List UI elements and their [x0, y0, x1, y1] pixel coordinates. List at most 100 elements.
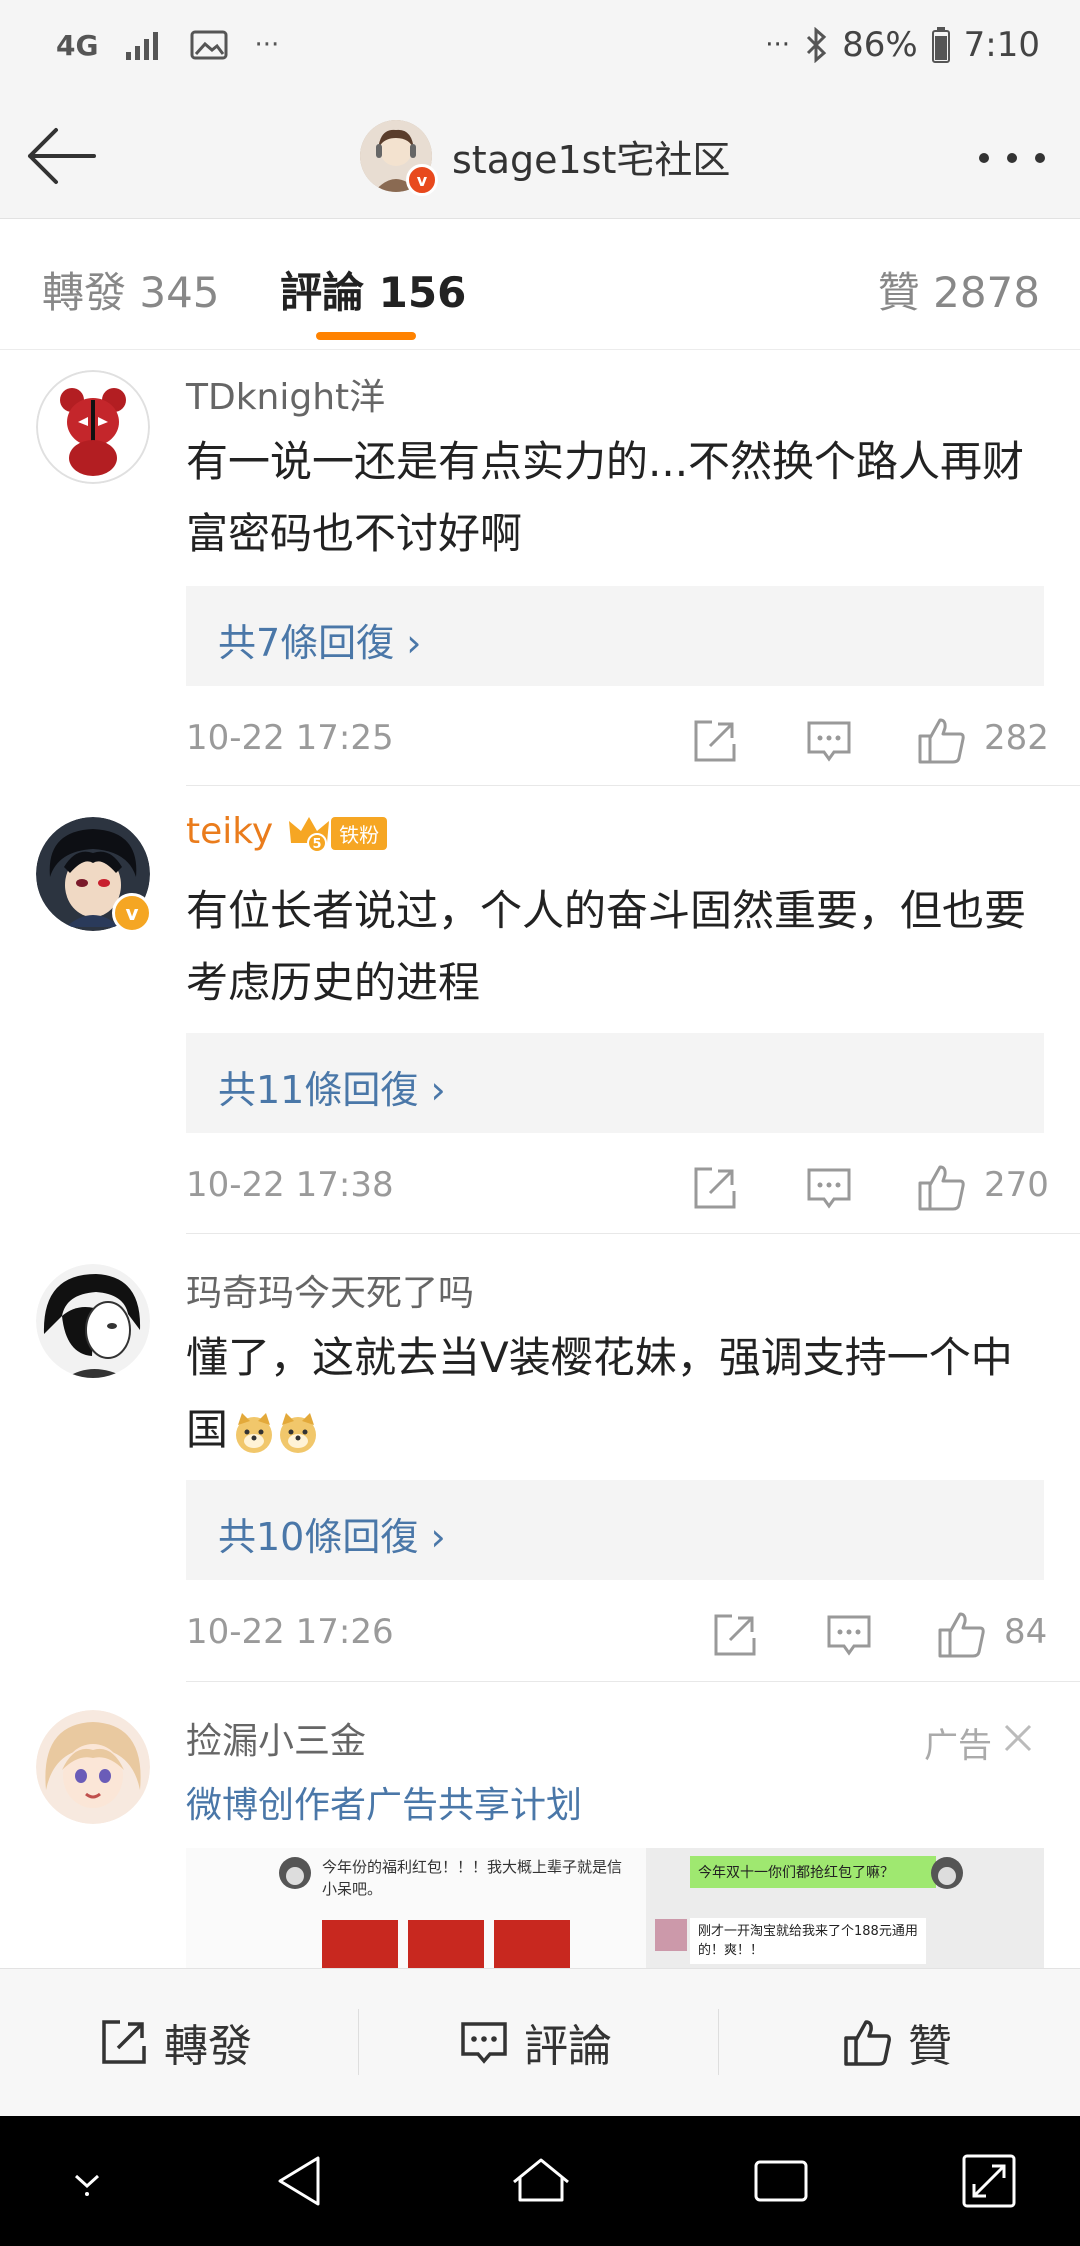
replies-count: 共7條回復	[218, 621, 395, 665]
comment-icon	[807, 721, 851, 762]
comment-divider	[186, 785, 1080, 786]
account-name: stage1st宅社区	[452, 137, 731, 182]
bar-divider	[718, 2009, 719, 2075]
ad-preview-image[interactable]: 今年份的福利红包！！！我大概上辈子就是信小呆吧。 今年双十一你们都抢红包了嘛？ …	[186, 1848, 1044, 1968]
reply-button[interactable]	[804, 716, 854, 766]
chevron-right-icon: ›	[430, 1068, 446, 1112]
share-icon	[714, 1614, 756, 1656]
hide-nav-button[interactable]	[54, 2148, 120, 2214]
status-more-right: ···	[765, 30, 791, 60]
comment-divider	[186, 1681, 1080, 1682]
bar-divider	[358, 2009, 359, 2075]
comment-icon	[461, 2022, 507, 2064]
dog-avatar-icon	[279, 1857, 311, 1889]
comment-text: 懂了，这就去当V装樱花妹，强调支持一个中国	[186, 1322, 1046, 1466]
ad-label: 广告	[924, 1726, 992, 1766]
chevron-down-icon	[74, 2174, 100, 2196]
back-button[interactable]	[22, 116, 102, 196]
repost-label: 轉發	[164, 2021, 252, 2072]
top-bar: v stage1st宅社区	[0, 92, 1080, 219]
expand-icon	[962, 2154, 1016, 2208]
repost-button[interactable]: 轉發	[98, 2009, 252, 2075]
share-button[interactable]	[690, 1163, 740, 1213]
username-text: teiky	[186, 811, 274, 852]
comment-button[interactable]: 評論	[458, 2009, 612, 2075]
nav-recents-button[interactable]	[748, 2148, 814, 2214]
like-count: 84	[1004, 1612, 1048, 1652]
user-avatar[interactable]	[36, 370, 150, 484]
chevron-right-icon: ›	[406, 621, 422, 665]
share-button[interactable]	[710, 1610, 760, 1660]
share-icon	[102, 2020, 146, 2064]
fan-label: 铁粉	[331, 816, 388, 850]
user-avatar-icon	[655, 1919, 687, 1951]
arrow-left-icon	[28, 128, 96, 184]
user-avatar[interactable]: v	[36, 817, 152, 933]
reply-button[interactable]	[804, 1163, 854, 1213]
more-dots-icon	[979, 153, 1045, 163]
ad-preview-bubble: 今年双十一你们都抢红包了嘛？	[690, 1856, 936, 1888]
thumbs-up-icon	[844, 2020, 891, 2066]
close-icon	[1004, 1724, 1032, 1752]
comment-item: v teiky 5 铁粉 有位长者说过，个人的奋斗固然重要，但也要考虑历史的进程 共…	[0, 787, 1080, 1234]
tab-reposts[interactable]: 轉發 345	[42, 259, 220, 320]
account-header[interactable]: v stage1st宅社区	[360, 116, 730, 196]
replies-box[interactable]: 共11條回復 ›	[186, 1033, 1044, 1133]
red-envelope-icon	[408, 1920, 484, 1968]
user-avatar[interactable]	[36, 1264, 150, 1378]
share-icon	[694, 1167, 736, 1209]
share-button[interactable]	[690, 716, 740, 766]
comment-text: 有一说一还是有点实力的...不然换个路人再财富密码也不讨好啊	[186, 437, 1025, 558]
comment-username[interactable]: 玛奇玛今天死了吗	[186, 1264, 474, 1316]
bluetooth-icon	[804, 27, 828, 63]
account-avatar[interactable]: v	[360, 120, 438, 196]
like-count: 270	[984, 1165, 1049, 1205]
battery-icon	[931, 27, 950, 63]
signal-icon	[124, 28, 164, 62]
crown-icon: 5	[289, 817, 330, 853]
like-button[interactable]	[916, 1161, 966, 1211]
close-ad-button[interactable]	[998, 1718, 1038, 1758]
like-count: 282	[984, 718, 1049, 758]
nav-back-button[interactable]	[266, 2148, 332, 2214]
verified-badge-icon: v	[406, 164, 438, 196]
comment-username[interactable]: TDknight洋	[186, 368, 385, 420]
more-options-button[interactable]	[972, 118, 1052, 198]
view-replies-link[interactable]: 共11條回復 ›	[218, 1059, 446, 1114]
tab-comments[interactable]: 評論 156	[280, 259, 466, 320]
nav-expand-button[interactable]	[956, 2148, 1022, 2214]
share-icon	[694, 720, 736, 762]
ad-username[interactable]: 捡漏小三金	[186, 1712, 366, 1764]
thumbs-up-icon	[918, 1165, 965, 1211]
comment-username[interactable]: teiky 5 铁粉	[186, 811, 388, 853]
like-post-button[interactable]: 贊	[842, 2009, 952, 2075]
like-button[interactable]	[916, 714, 966, 764]
status-more-left: ···	[254, 30, 280, 60]
fan-level: 5	[313, 837, 322, 852]
replies-box[interactable]: 共10條回復 ›	[186, 1480, 1044, 1580]
triangle-back-icon	[278, 2156, 320, 2206]
gallery-icon	[190, 29, 228, 61]
system-nav-bar	[0, 2116, 1080, 2246]
comment-label: 評論	[524, 2021, 612, 2072]
comment-item: TDknight洋 有一说一还是有点实力的...不然换个路人再财富密码也不讨好啊…	[0, 350, 1080, 786]
like-label: 贊	[908, 2021, 952, 2072]
fan-badge: 5 铁粉	[287, 816, 388, 853]
view-replies-link[interactable]: 共10條回復 ›	[218, 1506, 446, 1561]
thumbs-up-icon	[918, 718, 965, 764]
nav-home-button[interactable]	[508, 2148, 574, 2214]
ad-subtitle[interactable]: 微博创作者广告共享计划	[186, 1776, 582, 1828]
clock: 7:10	[963, 25, 1040, 65]
reply-button[interactable]	[824, 1610, 874, 1660]
view-replies-link[interactable]: 共7條回復 ›	[218, 612, 421, 667]
replies-box[interactable]: 共7條回復 ›	[186, 586, 1044, 686]
doge-emoji-icon	[232, 1411, 276, 1455]
red-envelope-icon	[322, 1920, 398, 1968]
ad-user-avatar[interactable]	[36, 1710, 150, 1824]
tab-likes[interactable]: 贊 2878	[878, 259, 1040, 320]
tab-bar: 轉發 345 評論 156 贊 2878	[0, 219, 1080, 350]
replies-count: 共10條回復	[218, 1515, 419, 1559]
comment-timestamp: 10-22 17:26	[186, 1612, 394, 1652]
like-button[interactable]	[936, 1608, 986, 1658]
red-envelope-icon	[494, 1920, 570, 1968]
